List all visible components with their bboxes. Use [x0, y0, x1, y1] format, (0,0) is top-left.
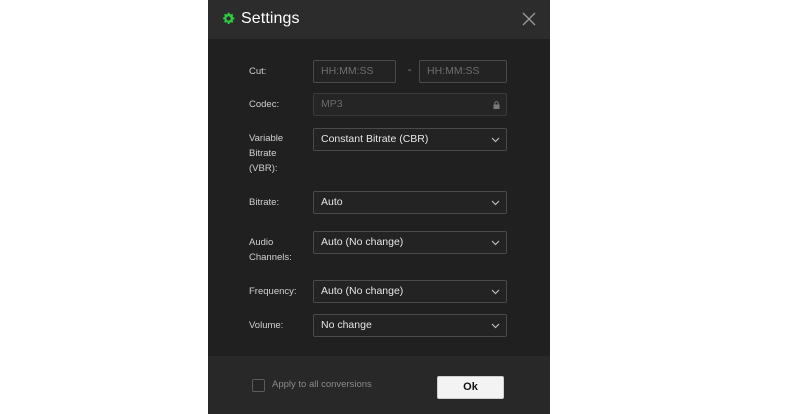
chevron-down-icon: [491, 137, 500, 143]
bitrate-label: Bitrate:: [249, 197, 280, 208]
apply-all-label: Apply to all conversions: [272, 379, 372, 390]
frequency-value: Auto (No change): [321, 285, 404, 297]
audio-channels-select[interactable]: Auto (No change): [313, 231, 507, 254]
dialog-footer: Apply to all conversions Ok: [208, 356, 550, 414]
dialog-header: Settings: [208, 0, 550, 39]
volume-label: Volume:: [249, 320, 284, 331]
vbr-label-line2: Bitrate: [249, 148, 277, 159]
bitrate-select[interactable]: Auto: [313, 191, 507, 214]
vbr-select[interactable]: Constant Bitrate (CBR): [313, 128, 507, 151]
ok-button[interactable]: Ok: [437, 376, 504, 399]
vbr-value: Constant Bitrate (CBR): [321, 133, 429, 145]
gear-icon: [223, 12, 235, 24]
volume-select[interactable]: No change: [313, 314, 507, 337]
codec-label: Codec:: [249, 99, 280, 110]
audio-channels-label-line2: Channels:: [249, 252, 292, 263]
cut-end-input[interactable]: HH:MM:SS: [419, 60, 507, 83]
vbr-label-line3: (VBR):: [249, 163, 278, 174]
audio-channels-label-line1: Audio: [249, 237, 274, 248]
vbr-label-line1: Variable: [249, 133, 284, 144]
apply-all-checkbox[interactable]: [252, 379, 265, 392]
codec-value: MP3: [321, 98, 343, 110]
cut-label: Cut:: [249, 66, 267, 77]
chevron-down-icon: [491, 240, 500, 246]
chevron-down-icon: [491, 200, 500, 206]
cut-separator: -: [408, 65, 412, 76]
bitrate-value: Auto: [321, 196, 343, 208]
frequency-label: Frequency:: [249, 286, 297, 297]
close-icon[interactable]: [522, 12, 536, 26]
frequency-select[interactable]: Auto (No change): [313, 280, 507, 303]
chevron-down-icon: [491, 289, 500, 295]
cut-start-input[interactable]: HH:MM:SS: [313, 60, 396, 83]
lock-icon: [493, 101, 500, 109]
volume-value: No change: [321, 319, 372, 331]
codec-field: MP3: [313, 93, 507, 116]
settings-dialog: Settings Cut: HH:MM:SS - HH:MM:SS Codec:…: [208, 0, 550, 414]
dialog-title: Settings: [241, 10, 300, 27]
audio-channels-value: Auto (No change): [321, 236, 404, 248]
chevron-down-icon: [491, 323, 500, 329]
